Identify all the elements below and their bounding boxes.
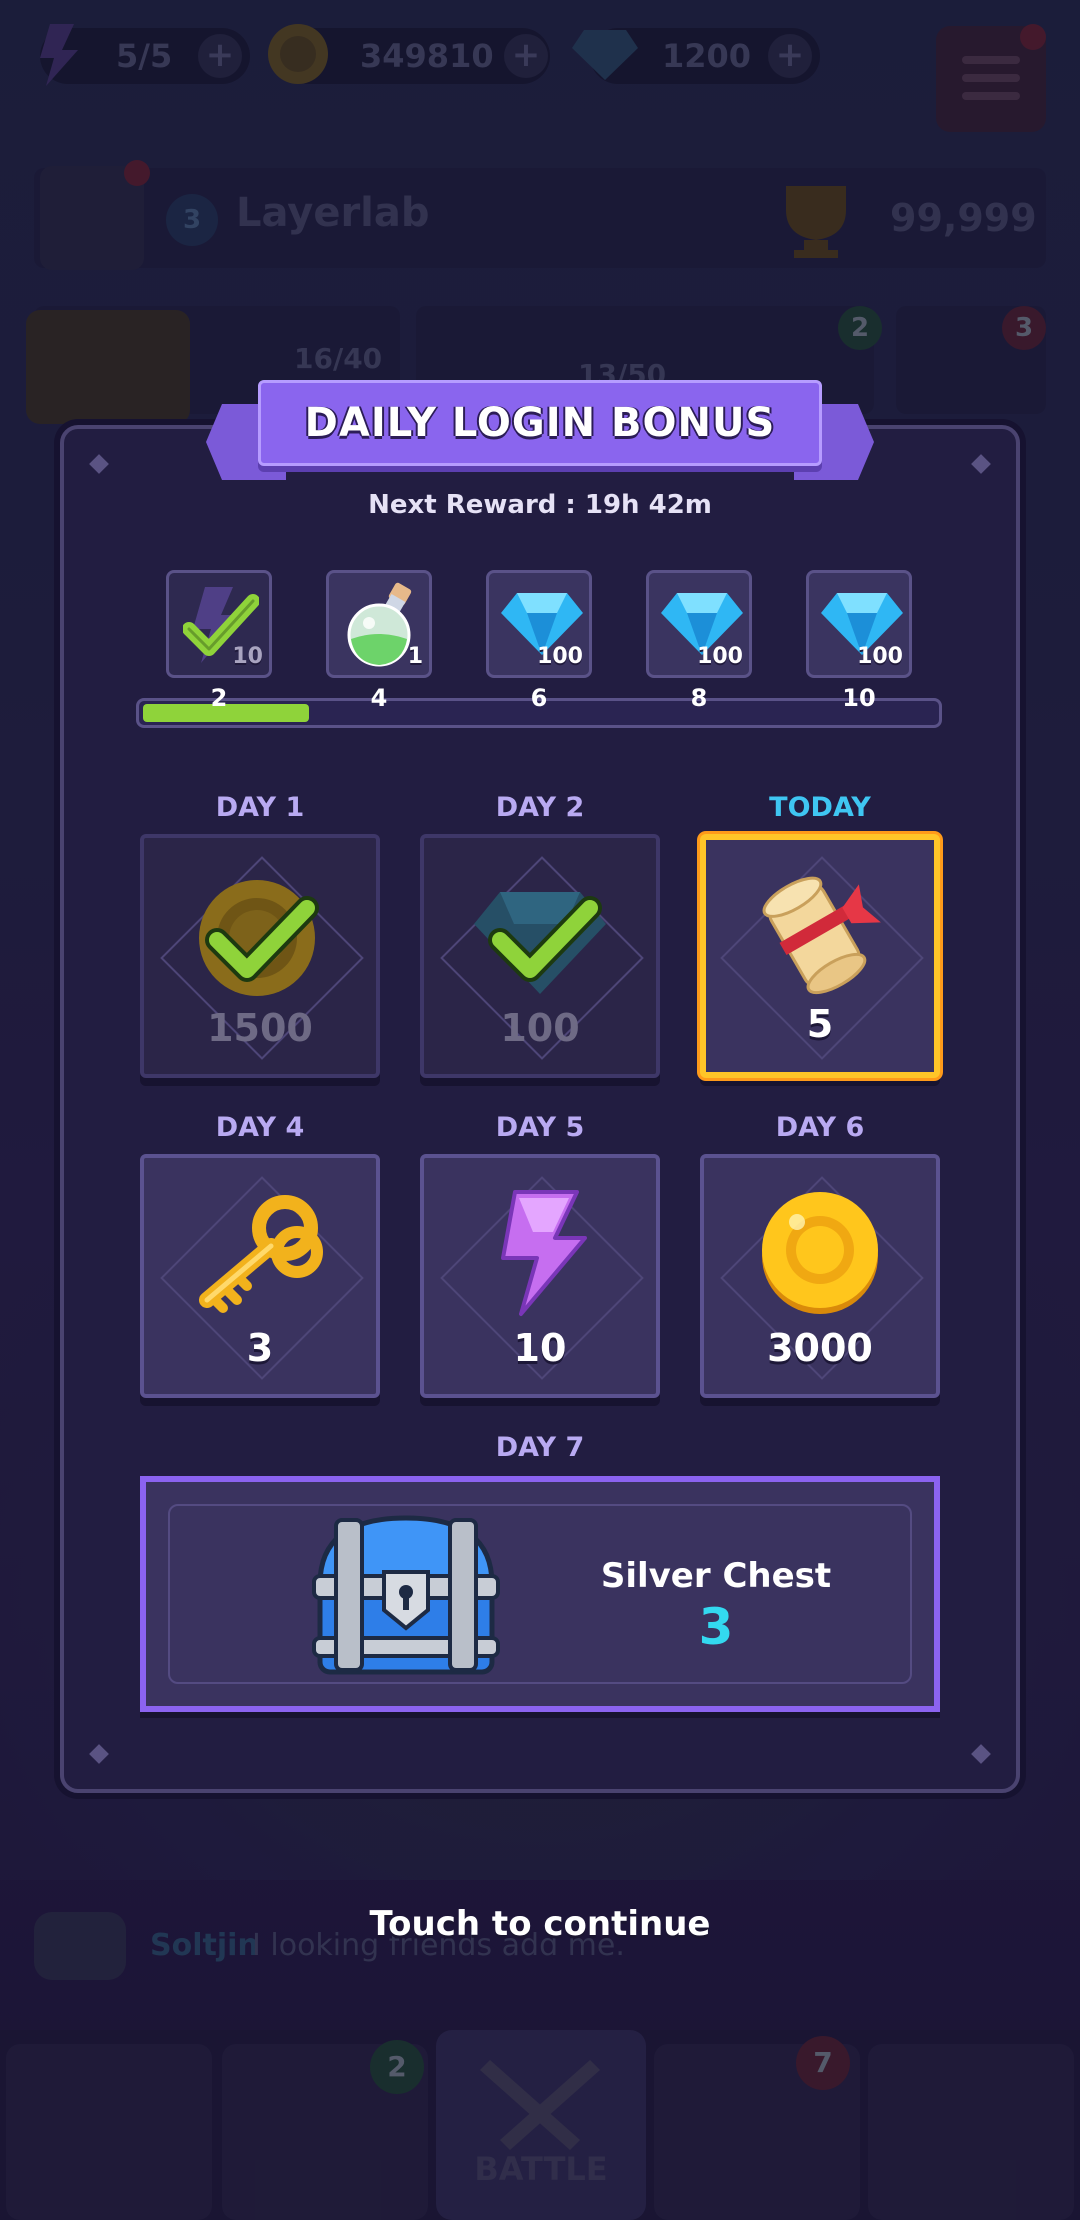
silver-chest-icon [312, 1515, 500, 1675]
chest-name: Silver Chest [600, 1556, 832, 1596]
corner-ornament [971, 1744, 991, 1764]
day-label: DAY 4 [215, 1112, 305, 1143]
next-reward-timer: Next Reward : 19h 42m [368, 490, 712, 520]
gold-coin-icon [762, 1192, 878, 1314]
milestone-box-2[interactable]: 10 [166, 570, 272, 678]
day-label-today: TODAY [769, 792, 871, 823]
day-amount: 3000 [767, 1326, 873, 1370]
milestone-qty: 1 [407, 644, 423, 669]
day-7-card[interactable]: Silver Chest 3 [140, 1476, 940, 1712]
gold-coin-icon [199, 880, 319, 996]
day-label: DAY 2 [495, 792, 585, 823]
day-5-card[interactable]: 10 [420, 1154, 660, 1398]
corner-ornament [89, 1744, 109, 1764]
corner-ornament [971, 454, 991, 474]
day-label: DAY 1 [215, 792, 305, 823]
milestone-step: 8 [690, 684, 708, 712]
day-3-card-today[interactable]: 5 [700, 834, 940, 1078]
touch-to-continue[interactable]: Touch to continue [0, 1904, 1080, 1944]
day-label: DAY 7 [495, 1432, 585, 1463]
day-label: DAY 5 [495, 1112, 585, 1143]
key-icon [199, 1195, 323, 1313]
day-6-card[interactable]: 3000 [700, 1154, 940, 1398]
modal-title: DAILY LOGIN BONUS [304, 400, 776, 446]
day-amount: 10 [513, 1326, 567, 1370]
day-amount: 100 [500, 1006, 580, 1050]
corner-ornament [89, 454, 109, 474]
day-amount: 1500 [207, 1006, 313, 1050]
chest-count: 3 [698, 1598, 734, 1656]
milestone-step: 6 [530, 684, 548, 712]
milestone-qty: 100 [537, 644, 583, 669]
milestone-qty: 10 [232, 644, 263, 669]
day-2-card[interactable]: 100 [420, 834, 660, 1078]
title-banner: DAILY LOGIN BONUS [258, 380, 822, 466]
scroll-icon [762, 876, 881, 995]
milestone-step: 2 [210, 684, 228, 712]
day-label: DAY 6 [775, 1112, 865, 1143]
day-4-card[interactable]: 3 [140, 1154, 380, 1398]
milestone-step: 4 [370, 684, 388, 712]
milestone-step: 10 [842, 684, 876, 712]
milestone-box-8[interactable]: 100 [646, 570, 752, 678]
milestone-qty: 100 [697, 644, 743, 669]
day-amount: 5 [806, 1002, 834, 1046]
milestone-box-4[interactable]: 1 [326, 570, 432, 678]
energy-icon [501, 1190, 587, 1316]
milestone-qty: 100 [857, 644, 903, 669]
milestone-box-10[interactable]: 100 [806, 570, 912, 678]
milestone-box-6[interactable]: 100 [486, 570, 592, 678]
day-1-card[interactable]: 1500 [140, 834, 380, 1078]
gem-icon [474, 892, 606, 994]
day-amount: 3 [246, 1326, 274, 1370]
